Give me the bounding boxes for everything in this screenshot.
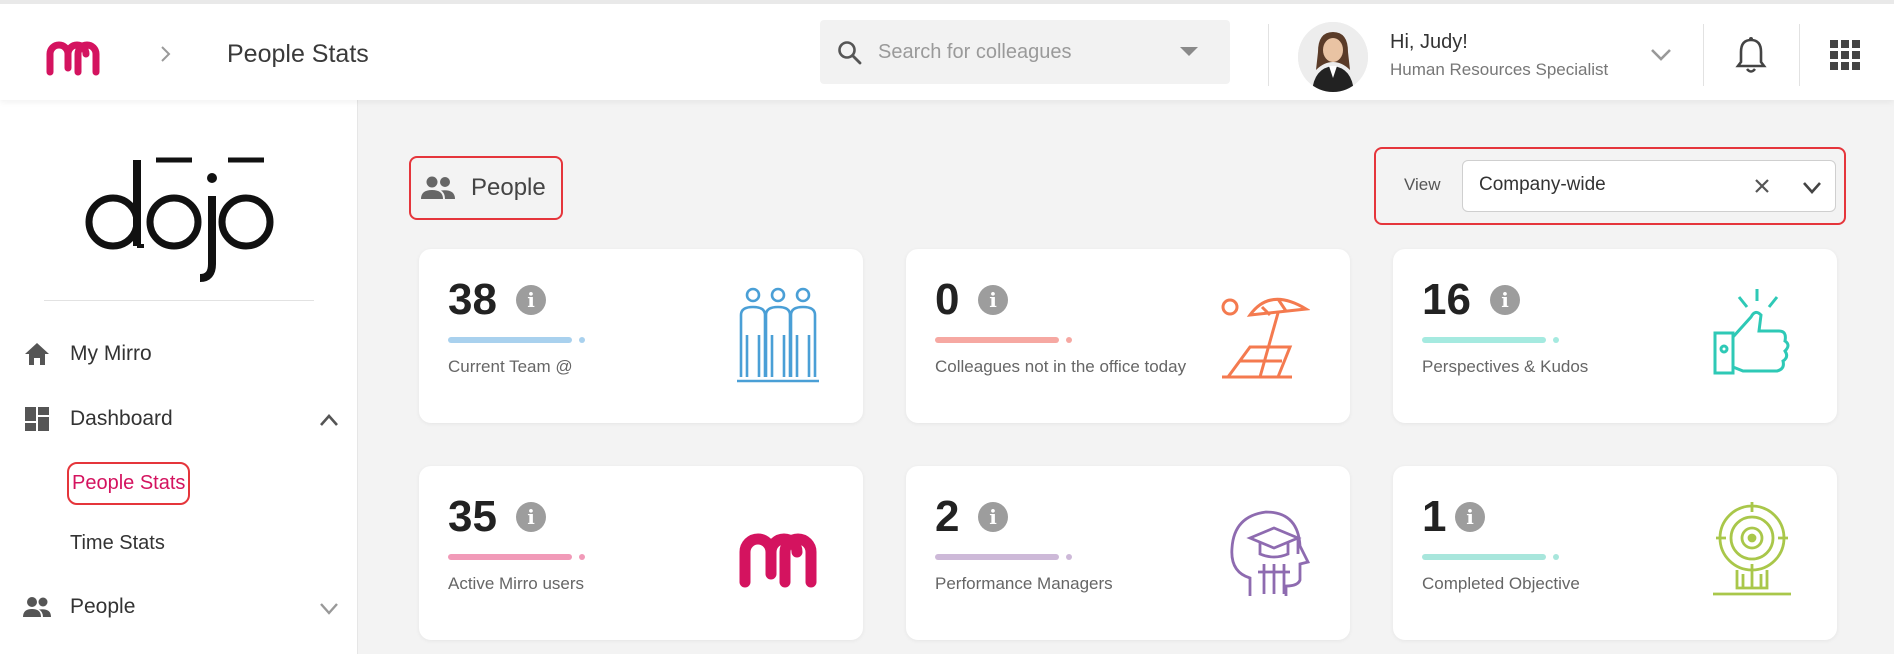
stat-accent-dot xyxy=(1066,337,1072,343)
divider xyxy=(1799,24,1800,86)
stat-accent-dot xyxy=(579,554,585,560)
stat-accent-dot xyxy=(1553,337,1559,343)
mirro-logo-icon[interactable] xyxy=(44,36,102,76)
breadcrumb-chevron-icon xyxy=(161,46,171,62)
stat-value: 2 xyxy=(935,492,960,541)
stat-accent-bar xyxy=(1422,337,1546,343)
people-icon xyxy=(421,176,455,199)
info-icon[interactable]: i xyxy=(1455,502,1485,532)
stat-accent-bar xyxy=(1422,554,1546,560)
beach-umbrella-icon xyxy=(1221,297,1310,379)
stat-label: Perspectives & Kudos xyxy=(1422,357,1589,376)
sidebar: My Mirro Dashboard People Stats Time Sta… xyxy=(0,100,358,654)
view-label: View xyxy=(1404,175,1441,194)
stat-value: 0 xyxy=(935,275,960,324)
divider xyxy=(1703,24,1704,86)
sidebar-divider xyxy=(44,300,314,301)
avatar[interactable] xyxy=(1298,22,1368,92)
sidebar-item-my-mirro[interactable]: My Mirro xyxy=(22,334,152,374)
sidebar-item-label: My Mirro xyxy=(70,342,152,365)
search-input[interactable] xyxy=(878,32,1168,72)
stat-card-perspectives-kudos[interactable]: 16 i Perspectives & Kudos xyxy=(1393,249,1837,423)
stat-accent-bar xyxy=(935,554,1059,560)
user-photo xyxy=(1298,22,1368,92)
stat-label: Active Mirro users xyxy=(448,574,585,593)
sidebar-subitem-people-stats[interactable]: People Stats xyxy=(67,462,191,505)
sidebar-item-label: Dashboard xyxy=(70,407,173,430)
section-title-text: People xyxy=(471,174,546,201)
stat-accent-dot xyxy=(1553,554,1559,560)
stat-card-performance-managers[interactable]: 2 i Performance Managers xyxy=(906,466,1350,640)
info-icon[interactable]: i xyxy=(516,502,546,532)
stat-label: Performance Managers xyxy=(935,574,1113,593)
stat-label: Completed Objective xyxy=(1422,574,1580,593)
apps-grid-icon[interactable] xyxy=(1830,40,1860,70)
search-icon xyxy=(838,41,862,65)
user-greeting[interactable]: Hi, Judy! xyxy=(1390,31,1468,54)
stat-accent-dot xyxy=(1066,554,1072,560)
stat-card-out-of-office[interactable]: 0 i Colleagues not in the office today xyxy=(906,249,1350,423)
view-select-value: Company-wide xyxy=(1479,174,1606,195)
page-title: People Stats xyxy=(227,40,369,68)
stat-label: Current Team @ xyxy=(448,357,573,376)
stat-value: 16 xyxy=(1422,275,1471,324)
sidebar-subitem-time-stats[interactable]: Time Stats xyxy=(70,532,165,555)
target-icon xyxy=(1713,502,1791,596)
stat-card-active-users[interactable]: 35 i Active Mirro users xyxy=(419,466,863,640)
stat-value: 35 xyxy=(448,492,497,541)
stat-value: 1 xyxy=(1422,492,1447,541)
colleague-search[interactable] xyxy=(820,20,1230,84)
info-icon[interactable]: i xyxy=(978,285,1008,315)
stat-card-current-team[interactable]: 38 i Current Team @ xyxy=(419,249,863,423)
stat-card-completed-objective[interactable]: 1 i Completed Objective xyxy=(1393,466,1837,640)
stat-accent-bar xyxy=(448,337,572,343)
stat-accent-bar xyxy=(935,337,1059,343)
view-select[interactable]: Company-wide xyxy=(1462,160,1836,212)
search-dropdown-caret-icon[interactable] xyxy=(1180,47,1198,56)
people-icon xyxy=(23,597,51,617)
sidebar-item-label: People xyxy=(70,595,136,618)
divider xyxy=(1268,24,1269,86)
close-icon[interactable] xyxy=(1753,177,1771,195)
stat-accent-dot xyxy=(579,337,585,343)
chevron-down-icon[interactable] xyxy=(1801,179,1823,195)
stat-label: Colleagues not in the office today xyxy=(935,357,1187,376)
team-icon xyxy=(737,287,819,383)
stat-accent-bar xyxy=(448,554,572,560)
info-icon[interactable]: i xyxy=(1490,285,1520,315)
chevron-down-icon[interactable] xyxy=(318,600,340,616)
home-icon xyxy=(25,343,49,365)
sidebar-item-dashboard[interactable]: Dashboard xyxy=(22,399,173,439)
sidebar-item-people[interactable]: People xyxy=(22,587,135,627)
dashboard-icon xyxy=(25,407,49,431)
graduate-head-icon xyxy=(1230,510,1310,596)
view-filter: View Company-wide xyxy=(1374,147,1846,225)
section-title-people: People xyxy=(409,156,563,220)
thumbs-up-icon xyxy=(1713,289,1790,375)
user-role: Human Resources Specialist xyxy=(1390,60,1609,79)
top-bar: People Stats Hi, Judy! Human Resources S… xyxy=(0,0,1894,100)
chevron-up-icon[interactable] xyxy=(318,412,340,428)
mirro-logo-icon xyxy=(739,533,817,588)
user-menu-chevron-down-icon[interactable] xyxy=(1648,44,1674,64)
dojo-logo[interactable] xyxy=(78,122,278,282)
notification-bell-icon[interactable] xyxy=(1735,36,1767,74)
info-icon[interactable]: i xyxy=(516,285,546,315)
stat-value: 38 xyxy=(448,275,497,324)
info-icon[interactable]: i xyxy=(978,502,1008,532)
